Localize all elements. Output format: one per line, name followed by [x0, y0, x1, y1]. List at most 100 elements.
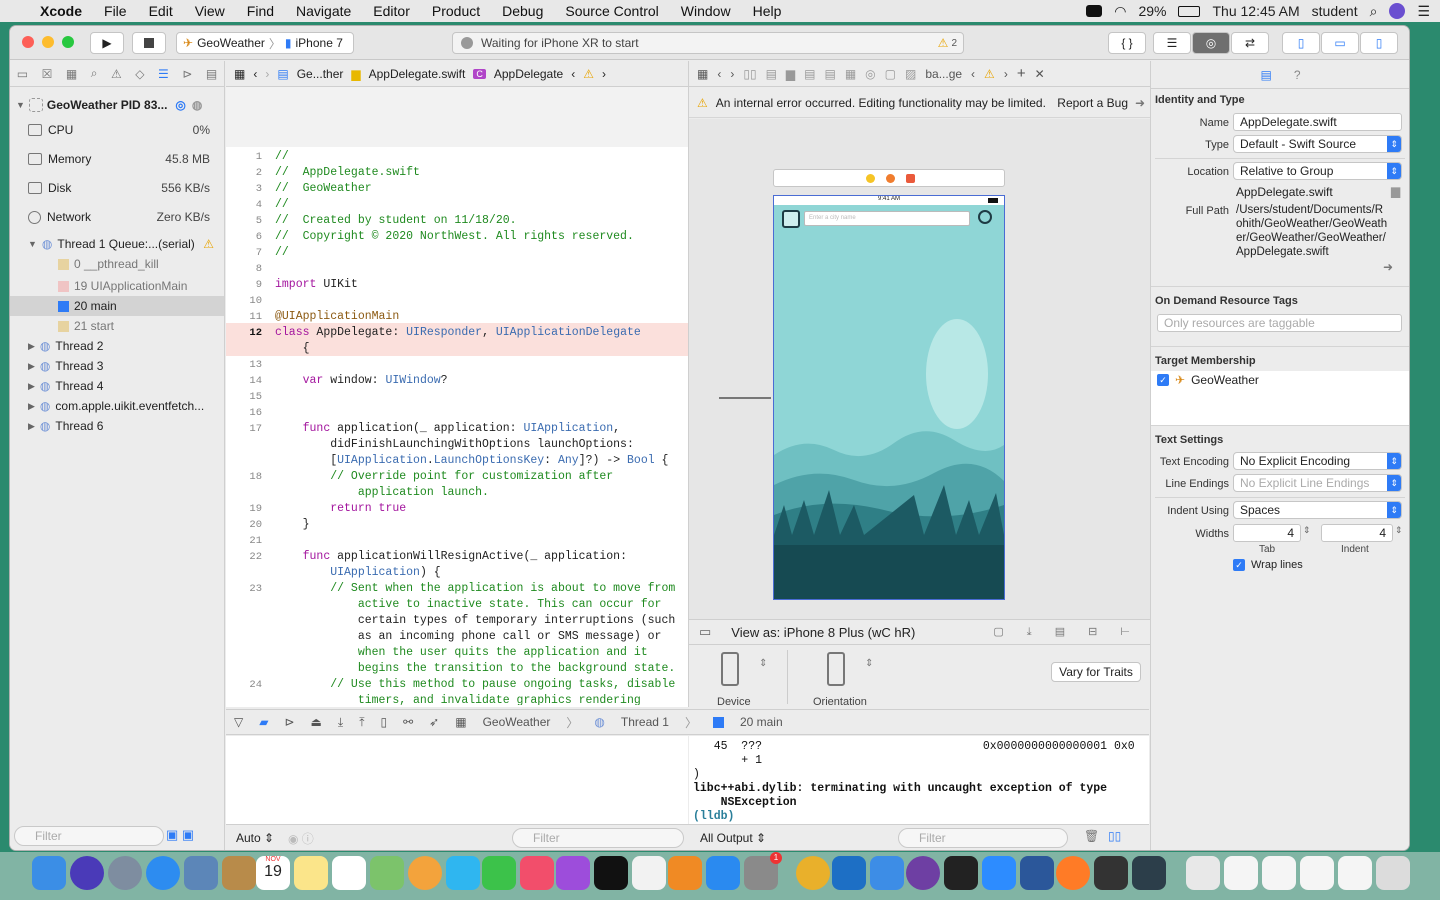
line-number[interactable]: 19: [226, 501, 262, 517]
next-issue-icon[interactable]: ›: [602, 67, 606, 81]
toggle-debug-area-button[interactable]: ▭: [1321, 32, 1359, 54]
frame-row[interactable]: 0 __pthread_kill: [10, 254, 224, 274]
document-icon[interactable]: [1224, 856, 1258, 890]
gauge-memory[interactable]: Memory 45.8 MB: [10, 149, 224, 169]
reveal-arrow-icon[interactable]: ➜: [1383, 260, 1393, 274]
debug-crumb-thread[interactable]: Thread 1: [621, 715, 669, 729]
menu-clock[interactable]: Thu 12:45 AM: [1212, 3, 1299, 19]
sketch-icon[interactable]: [1132, 856, 1166, 890]
line-number[interactable]: 9: [226, 277, 262, 293]
scheme-selector[interactable]: ✈ GeoWeather 〉 ▮ iPhone 7: [176, 32, 354, 54]
menu-file[interactable]: File: [93, 3, 138, 19]
contacts-icon[interactable]: [222, 856, 256, 890]
minimize-window-button[interactable]: [42, 36, 54, 48]
news-icon[interactable]: [632, 856, 666, 890]
file-inspector-icon[interactable]: ▤: [1260, 68, 1271, 82]
line-number[interactable]: 11: [226, 309, 262, 325]
close-editor-icon[interactable]: ✕: [1035, 67, 1045, 81]
toggle-inspector-button[interactable]: ▯: [1360, 32, 1398, 54]
variables-filter-field[interactable]: Filter: [512, 828, 684, 848]
menu-window[interactable]: Window: [670, 3, 742, 19]
device-stepper-icon[interactable]: ⇕: [759, 658, 767, 669]
encoding-select[interactable]: No Explicit Encoding ⇕: [1233, 452, 1402, 470]
line-number[interactable]: 5: [226, 213, 262, 229]
view-as-label[interactable]: View as: iPhone 8 Plus (wC hR): [731, 625, 915, 640]
search-icon[interactable]: [978, 210, 992, 224]
gauge-cpu[interactable]: CPU 0%: [10, 120, 224, 140]
jump-project[interactable]: Ge...ther: [297, 67, 344, 81]
split-view-icon[interactable]: ▯▯: [1108, 829, 1121, 843]
step-out-icon[interactable]: ⤒: [359, 715, 364, 730]
navigator-filter-field[interactable]: Filter: [14, 826, 164, 846]
code-line[interactable]: // AppDelegate.swift: [275, 165, 420, 181]
indent-using-select[interactable]: Spaces ⇕: [1233, 501, 1402, 519]
podcasts-icon[interactable]: [556, 856, 590, 890]
orientation-phone-icon[interactable]: [827, 652, 845, 686]
code-line[interactable]: as an incoming phone call or SMS message…: [275, 629, 662, 645]
photos-icon[interactable]: [408, 856, 442, 890]
continue-icon[interactable]: ⊳: [284, 715, 294, 729]
line-number[interactable]: 17: [226, 421, 262, 437]
debug-crumb-frame[interactable]: 20 main: [740, 715, 783, 729]
code-line[interactable]: // Override point for customization afte…: [275, 469, 613, 485]
line-number[interactable]: 15: [226, 389, 262, 405]
stop-button[interactable]: [132, 32, 166, 54]
document-icon[interactable]: [1300, 856, 1334, 890]
line-number[interactable]: 20: [226, 517, 262, 533]
storyboard-icon[interactable]: ▯▯: [743, 67, 756, 81]
preview-icon[interactable]: [1186, 856, 1220, 890]
version-editor-button[interactable]: ⇄: [1231, 32, 1269, 54]
launchpad-icon[interactable]: [108, 856, 142, 890]
close-window-button[interactable]: [22, 36, 34, 48]
disclosure-closed-icon[interactable]: ▶: [28, 421, 35, 432]
code-line[interactable]: // Sent when the application is about to…: [275, 581, 675, 597]
location-select[interactable]: Relative to Group ⇕: [1233, 162, 1402, 180]
document-icon[interactable]: [1338, 856, 1372, 890]
thread-1-row[interactable]: ▼ ◍ Thread 1 Queue:...(serial) ⚠: [10, 234, 224, 254]
thread-row[interactable]: ▶ ◍ Thread 2: [10, 336, 224, 356]
process-row[interactable]: ▼ GeoWeather PID 83... ◎ ◍: [10, 95, 224, 115]
back-icon[interactable]: ‹: [253, 67, 257, 81]
line-number[interactable]: 21: [226, 533, 262, 549]
storyboard-canvas[interactable]: 9:41 AM Enter a city name: [689, 119, 1150, 619]
spotlight-icon[interactable]: ⌕: [1370, 3, 1378, 20]
disclosure-closed-icon[interactable]: ▶: [28, 401, 35, 412]
wrap-lines-row[interactable]: ✓ Wrap lines: [1233, 559, 1303, 571]
firefox-icon[interactable]: [1056, 856, 1090, 890]
jump-symbol[interactable]: AppDelegate: [494, 67, 563, 81]
console-view[interactable]: 45 ??? 0x0000000000000001 0x0 + 1) libc++…: [689, 736, 1149, 824]
music-icon[interactable]: [520, 856, 554, 890]
code-line[interactable]: func application(_ application: UIApplic…: [275, 421, 620, 437]
related-items-icon[interactable]: ▦: [697, 67, 708, 81]
code-line[interactable]: import UIKit: [275, 277, 358, 293]
frame-row[interactable]: 21 start: [10, 316, 224, 336]
code-line[interactable]: class AppDelegate: UIResponder, UIApplic…: [275, 325, 641, 341]
forward-icon[interactable]: ›: [265, 67, 269, 81]
menu-source-control[interactable]: Source Control: [554, 3, 669, 19]
test-navigator-icon[interactable]: ◇: [135, 67, 144, 81]
warning-icon[interactable]: ⚠: [938, 36, 949, 50]
menu-edit[interactable]: Edit: [138, 3, 184, 19]
menu-debug[interactable]: Debug: [491, 3, 554, 19]
disclosure-closed-icon[interactable]: ▶: [28, 381, 35, 392]
memory-graph-icon[interactable]: ⚯: [403, 715, 413, 729]
jump-tail[interactable]: ba...ge: [925, 67, 962, 81]
code-line[interactable]: begins the transition to the background …: [275, 661, 675, 677]
scene-dock[interactable]: [773, 169, 1005, 187]
code-view[interactable]: 1 // 2 // AppDelegate.swift 3 // GeoWeather 4 /…: [226, 149, 688, 705]
indent-stepper-icon[interactable]: ⇕: [1395, 525, 1403, 536]
safari-icon[interactable]: [146, 856, 180, 890]
type-select[interactable]: Default - Swift Source ⇕: [1233, 135, 1402, 153]
code-line[interactable]: // Use this method to pause ongoing task…: [275, 677, 675, 693]
code-line[interactable]: }: [275, 517, 310, 533]
code-line[interactable]: [UIApplication.LaunchOptionsKey: Any]?) …: [275, 453, 668, 469]
zoom-icon[interactable]: [982, 856, 1016, 890]
terminal-icon[interactable]: [944, 856, 978, 890]
gauge-disk[interactable]: Disk 556 KB/s: [10, 178, 224, 198]
apple-tv-icon[interactable]: [594, 856, 628, 890]
facetime-icon[interactable]: [482, 856, 516, 890]
code-line[interactable]: // Copyright © 2020 NorthWest. All right…: [275, 229, 634, 245]
assistant-editor-button[interactable]: ◎: [1192, 32, 1230, 54]
forward-icon[interactable]: ›: [730, 67, 734, 81]
menu-find[interactable]: Find: [236, 3, 285, 19]
